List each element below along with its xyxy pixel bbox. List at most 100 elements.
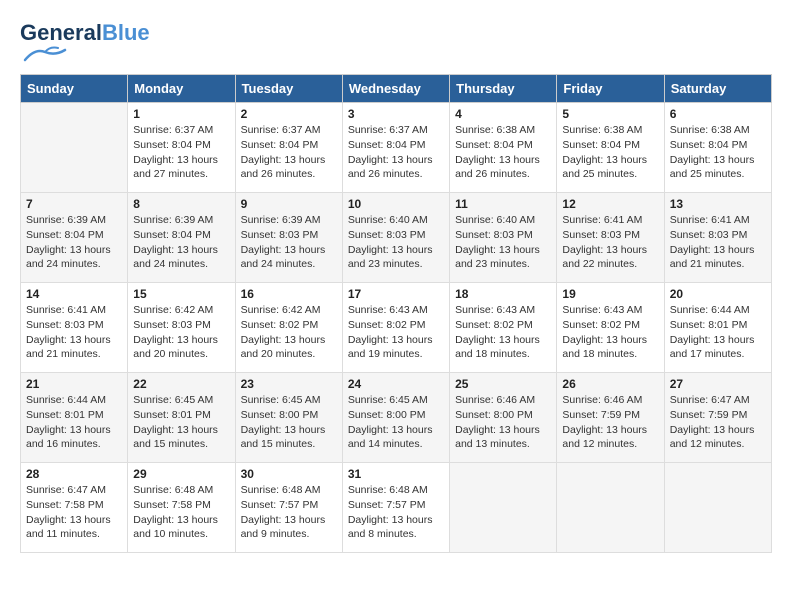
day-number: 15 — [133, 287, 229, 301]
day-info-line: Sunset: 8:04 PM — [133, 138, 229, 153]
day-info-line: Daylight: 13 hours — [241, 513, 337, 528]
day-info-line: and 23 minutes. — [348, 257, 444, 272]
calendar-day-cell: 3Sunrise: 6:37 AMSunset: 8:04 PMDaylight… — [342, 103, 449, 193]
day-info-line: Sunrise: 6:41 AM — [26, 303, 122, 318]
calendar-week-row: 21Sunrise: 6:44 AMSunset: 8:01 PMDayligh… — [21, 373, 772, 463]
day-info-line: Sunset: 8:03 PM — [670, 228, 766, 243]
calendar-week-row: 28Sunrise: 6:47 AMSunset: 7:58 PMDayligh… — [21, 463, 772, 553]
day-info-line: and 13 minutes. — [455, 437, 551, 452]
day-number: 20 — [670, 287, 766, 301]
day-info-line: Sunrise: 6:47 AM — [670, 393, 766, 408]
day-info-line: and 20 minutes. — [133, 347, 229, 362]
day-info-line: and 14 minutes. — [348, 437, 444, 452]
day-info-line: Sunrise: 6:46 AM — [562, 393, 658, 408]
day-info-line: and 24 minutes. — [241, 257, 337, 272]
calendar-day-cell: 14Sunrise: 6:41 AMSunset: 8:03 PMDayligh… — [21, 283, 128, 373]
day-number: 13 — [670, 197, 766, 211]
day-info-line: Sunset: 7:57 PM — [348, 498, 444, 513]
day-info-line: and 17 minutes. — [670, 347, 766, 362]
day-info-line: Sunrise: 6:37 AM — [241, 123, 337, 138]
day-info-line: Daylight: 13 hours — [133, 423, 229, 438]
calendar-day-cell: 24Sunrise: 6:45 AMSunset: 8:00 PMDayligh… — [342, 373, 449, 463]
calendar-day-cell: 20Sunrise: 6:44 AMSunset: 8:01 PMDayligh… — [664, 283, 771, 373]
calendar-day-cell: 8Sunrise: 6:39 AMSunset: 8:04 PMDaylight… — [128, 193, 235, 283]
day-number: 28 — [26, 467, 122, 481]
day-info-line: Sunset: 7:59 PM — [670, 408, 766, 423]
calendar-day-cell: 4Sunrise: 6:38 AMSunset: 8:04 PMDaylight… — [450, 103, 557, 193]
day-info-line: Daylight: 13 hours — [348, 423, 444, 438]
day-number: 30 — [241, 467, 337, 481]
day-info-line: and 20 minutes. — [241, 347, 337, 362]
day-info-line: Sunset: 8:03 PM — [348, 228, 444, 243]
day-info-line: Sunrise: 6:48 AM — [348, 483, 444, 498]
day-info-line: Sunrise: 6:39 AM — [26, 213, 122, 228]
calendar-day-header: Thursday — [450, 75, 557, 103]
day-info-line: and 12 minutes. — [670, 437, 766, 452]
day-info-line: Daylight: 13 hours — [562, 423, 658, 438]
day-info-line: Daylight: 13 hours — [670, 153, 766, 168]
day-info-line: Daylight: 13 hours — [670, 243, 766, 258]
day-info-line: and 15 minutes. — [133, 437, 229, 452]
calendar-day-cell: 6Sunrise: 6:38 AMSunset: 8:04 PMDaylight… — [664, 103, 771, 193]
day-info-line: Sunrise: 6:45 AM — [241, 393, 337, 408]
day-info-line: and 26 minutes. — [348, 167, 444, 182]
calendar-day-cell: 26 Sunrise: 6:46 AMSunset: 7:59 PMDayligh… — [557, 373, 664, 463]
day-number: 6 — [670, 107, 766, 121]
day-info-line: Daylight: 13 hours — [133, 513, 229, 528]
day-number: 31 — [348, 467, 444, 481]
calendar-day-cell: 13Sunrise: 6:41 AMSunset: 8:03 PMDayligh… — [664, 193, 771, 283]
calendar-week-row: 14Sunrise: 6:41 AMSunset: 8:03 PMDayligh… — [21, 283, 772, 373]
day-info-line: and 22 minutes. — [562, 257, 658, 272]
calendar-week-row: 7Sunrise: 6:39 AMSunset: 8:04 PMDaylight… — [21, 193, 772, 283]
day-info-line: Sunrise: 6:37 AM — [348, 123, 444, 138]
day-info-line: Sunset: 8:01 PM — [670, 318, 766, 333]
day-number: 18 — [455, 287, 551, 301]
calendar-day-cell: 5Sunrise: 6:38 AMSunset: 8:04 PMDaylight… — [557, 103, 664, 193]
logo: GeneralBlue — [20, 20, 150, 64]
calendar-day-cell: 7Sunrise: 6:39 AMSunset: 8:04 PMDaylight… — [21, 193, 128, 283]
day-info-line: Daylight: 13 hours — [241, 333, 337, 348]
day-info-line: Daylight: 13 hours — [670, 333, 766, 348]
day-info-line: Daylight: 13 hours — [133, 243, 229, 258]
day-number: 3 — [348, 107, 444, 121]
calendar-day-cell — [557, 463, 664, 553]
day-info-line: Daylight: 13 hours — [562, 333, 658, 348]
calendar-day-cell: 12Sunrise: 6:41 AMSunset: 8:03 PMDayligh… — [557, 193, 664, 283]
calendar-day-cell: 1Sunrise: 6:37 AMSunset: 8:04 PMDaylight… — [128, 103, 235, 193]
calendar-day-cell: 23Sunrise: 6:45 AMSunset: 8:00 PMDayligh… — [235, 373, 342, 463]
day-info-line: Sunrise: 6:43 AM — [348, 303, 444, 318]
calendar-day-cell — [664, 463, 771, 553]
calendar-day-cell: 31Sunrise: 6:48 AMSunset: 7:57 PMDayligh… — [342, 463, 449, 553]
day-info-line: Sunset: 7:58 PM — [133, 498, 229, 513]
day-info-line: Sunrise: 6:41 AM — [562, 213, 658, 228]
day-info-line: Sunset: 8:00 PM — [241, 408, 337, 423]
day-number: 22 — [133, 377, 229, 391]
day-info-line: and 9 minutes. — [241, 527, 337, 542]
day-info-line: Sunrise: 6:43 AM — [455, 303, 551, 318]
day-info-line: Sunrise: 6:39 AM — [133, 213, 229, 228]
day-number: 17 — [348, 287, 444, 301]
day-info-line: and 16 minutes. — [26, 437, 122, 452]
day-info-line: Sunset: 8:02 PM — [562, 318, 658, 333]
day-number: 12 — [562, 197, 658, 211]
day-number: 25 — [455, 377, 551, 391]
day-info-line: Daylight: 13 hours — [241, 423, 337, 438]
day-info-line: Daylight: 13 hours — [241, 243, 337, 258]
calendar-day-cell: 10Sunrise: 6:40 AMSunset: 8:03 PMDayligh… — [342, 193, 449, 283]
day-info-line: Sunset: 7:59 PM — [562, 408, 658, 423]
day-number: 26 — [562, 377, 658, 391]
header: GeneralBlue — [20, 20, 772, 64]
day-number: 29 — [133, 467, 229, 481]
calendar-day-cell: 27Sunrise: 6:47 AMSunset: 7:59 PMDayligh… — [664, 373, 771, 463]
day-info-line: Sunset: 8:03 PM — [26, 318, 122, 333]
day-info-line: and 10 minutes. — [133, 527, 229, 542]
day-info-line: and 15 minutes. — [241, 437, 337, 452]
day-number: 10 — [348, 197, 444, 211]
day-info-line: Sunrise: 6:46 AM — [455, 393, 551, 408]
day-info-line: Daylight: 13 hours — [670, 423, 766, 438]
day-number: 1 — [133, 107, 229, 121]
calendar-day-cell: 30Sunrise: 6:48 AMSunset: 7:57 PMDayligh… — [235, 463, 342, 553]
day-info-line: Sunset: 8:04 PM — [348, 138, 444, 153]
day-info-line: Daylight: 13 hours — [348, 333, 444, 348]
calendar-day-cell: 17Sunrise: 6:43 AMSunset: 8:02 PMDayligh… — [342, 283, 449, 373]
